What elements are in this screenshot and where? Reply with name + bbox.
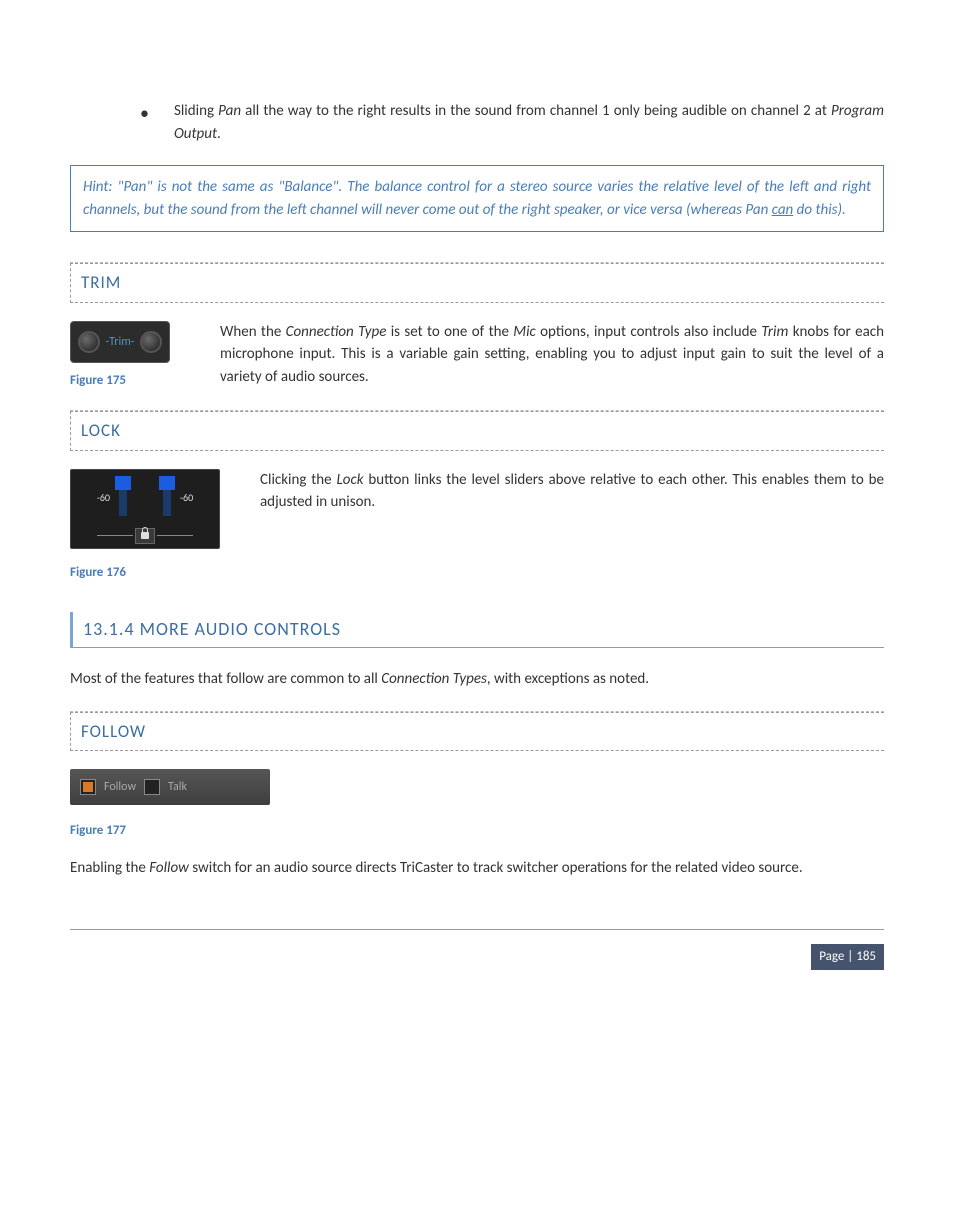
footer-divider [70, 929, 884, 930]
figure-176-caption: Figure 176 [70, 563, 220, 583]
trim-knob-right [140, 331, 162, 353]
figure-175-caption: Figure 175 [70, 371, 190, 391]
figure-lock-image: -60 -60 [70, 469, 220, 549]
figure-follow-image: Follow Talk [70, 769, 270, 805]
subsection-follow-heading: FOLLOW [70, 712, 884, 752]
follow-paragraph: Enabling the Follow switch for an audio … [70, 857, 884, 880]
section-intro: Most of the features that follow are com… [70, 668, 884, 691]
trim-knob-left [78, 331, 100, 353]
bullet-item: • Sliding Pan all the way to the right r… [140, 100, 884, 145]
level-value-right: -60 [180, 490, 193, 505]
figure-trim-image: -Trim- [70, 321, 170, 363]
hint-box: Hint: "Pan" is not the same as "Balance"… [70, 165, 884, 232]
level-value-left: -60 [97, 490, 110, 505]
section-heading: 13.1.4 MORE AUDIO CONTROLS [70, 612, 884, 648]
level-slider-left [119, 476, 127, 516]
page-number: Page | 185 [811, 944, 884, 970]
trim-image-label: -Trim- [106, 333, 135, 351]
figure-177-caption: Figure 177 [70, 821, 884, 841]
subsection-trim-heading: TRIM [70, 263, 884, 303]
link-line [157, 535, 193, 536]
talk-checkbox[interactable] [144, 779, 160, 795]
link-line [97, 535, 133, 536]
lock-icon [135, 528, 155, 544]
trim-paragraph: When the Connection Type is set to one o… [220, 321, 884, 391]
talk-checkbox-label: Talk [168, 778, 187, 796]
lock-paragraph: Clicking the Lock button links the level… [260, 469, 884, 583]
follow-checkbox[interactable] [80, 779, 96, 795]
bullet-icon: • [140, 100, 149, 145]
follow-checkbox-label: Follow [104, 778, 136, 796]
subsection-lock-heading: LOCK [70, 411, 884, 451]
bullet-text: Sliding Pan all the way to the right res… [174, 100, 884, 145]
level-slider-right [163, 476, 171, 516]
